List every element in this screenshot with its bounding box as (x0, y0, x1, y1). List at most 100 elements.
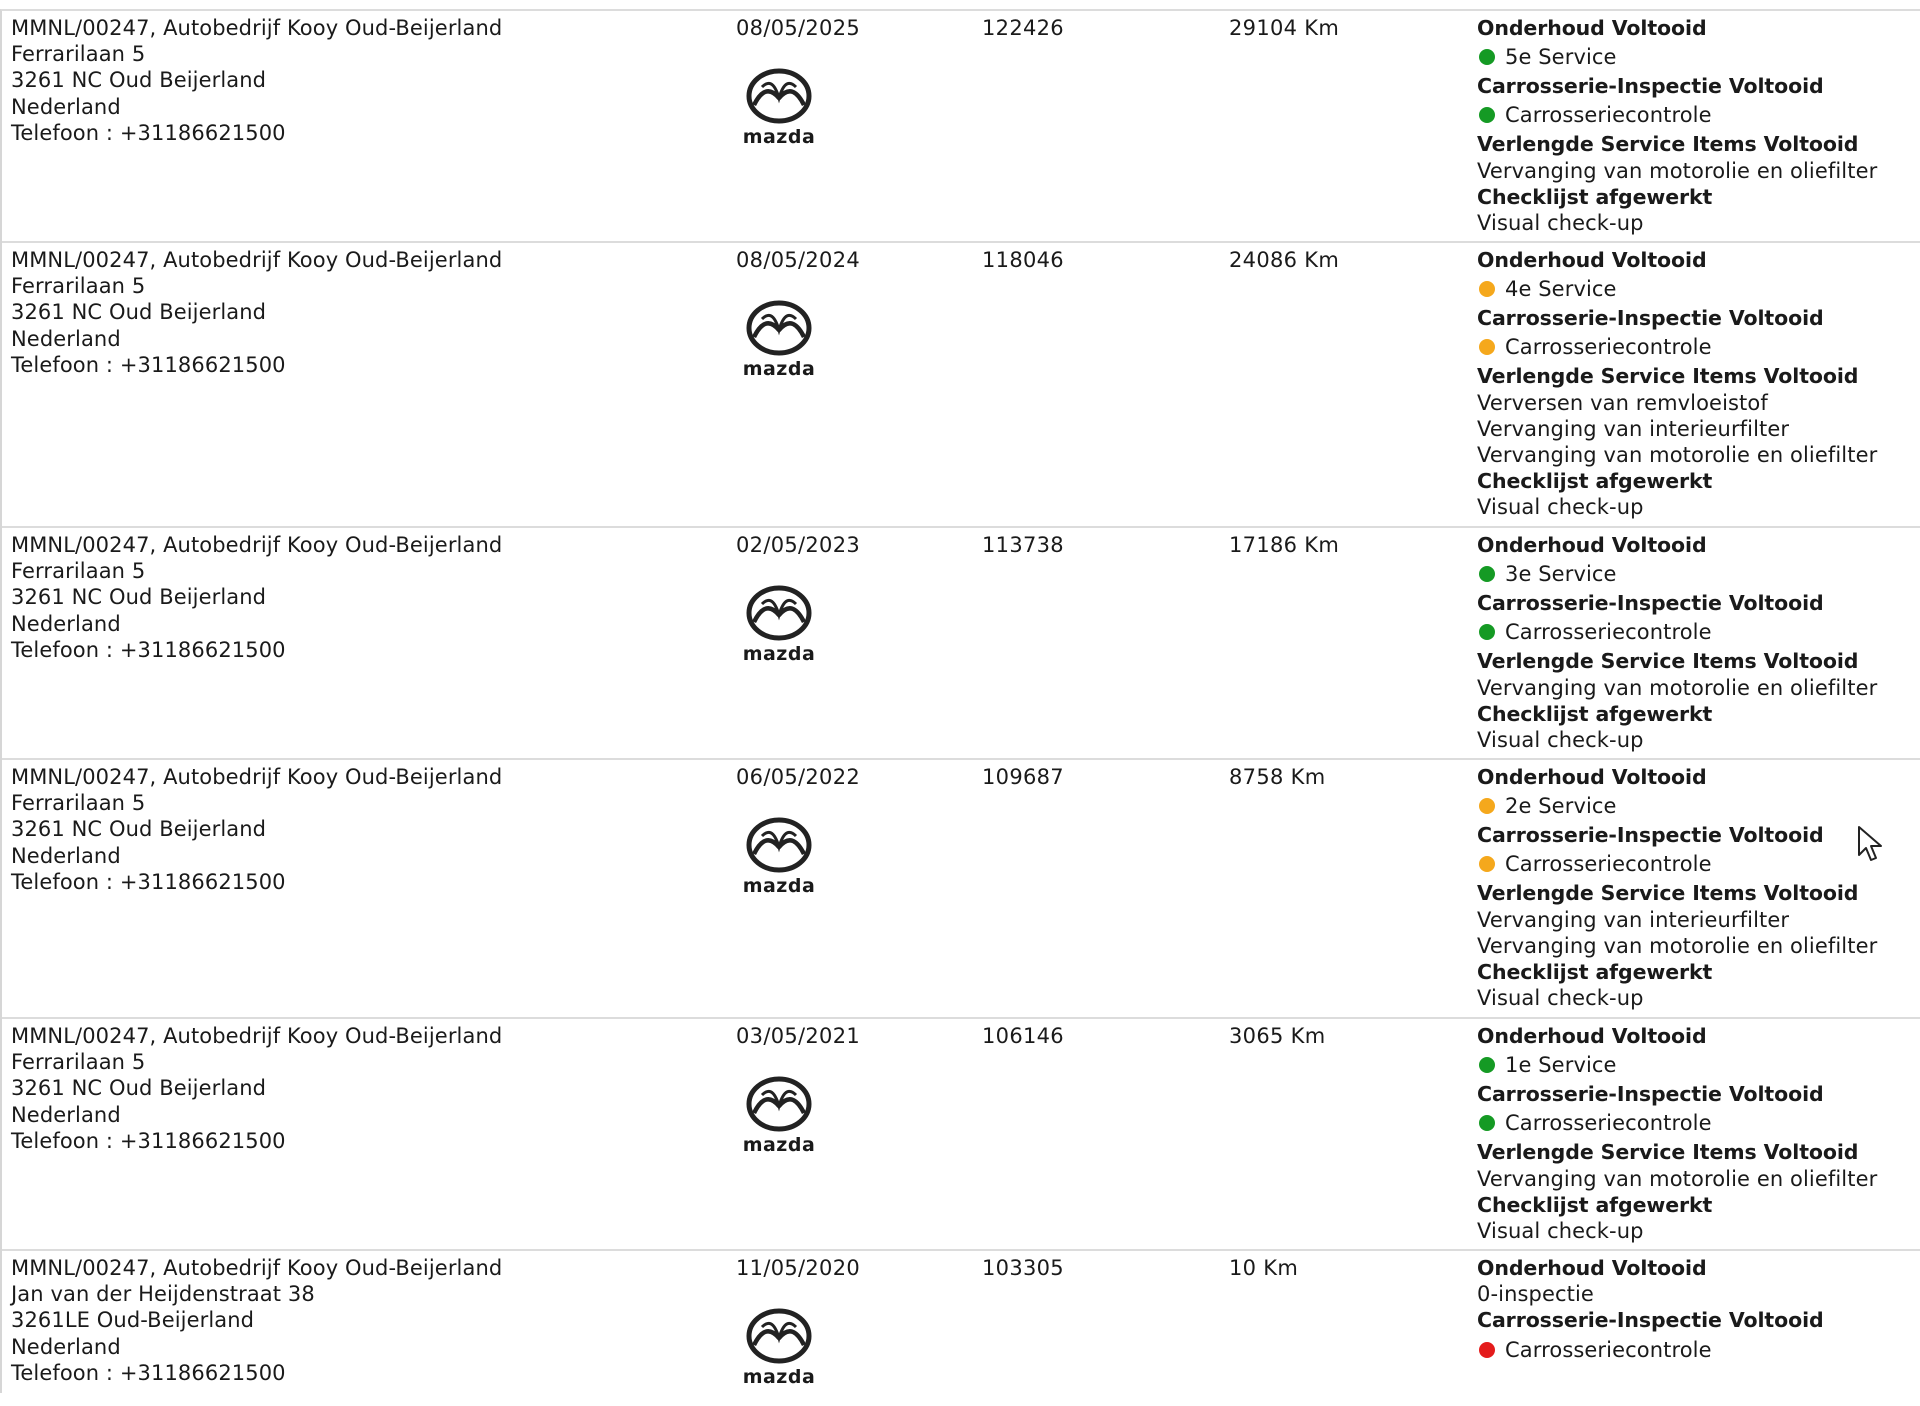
logo-wordmark: mazda (743, 1134, 816, 1153)
dealer-address-line: Nederland (11, 1102, 121, 1127)
service-status-item: Carrosseriecontrole (1477, 1107, 1917, 1139)
mileage-text: 3065 Km (1229, 1024, 1326, 1048)
dealer-name: MMNL/00247, Autobedrijf Kooy Oud-Beijerl… (11, 16, 503, 40)
dealer-name: MMNL/00247, Autobedrijf Kooy Oud-Beijerl… (11, 765, 503, 789)
service-date: 08/05/2025 (736, 15, 936, 41)
service-item: Vervanging van motorolie en oliefilter (1477, 443, 1878, 468)
service-section-heading: Verlengde Service Items Voltooid (1477, 1140, 1859, 1165)
dealer-address: MMNL/00247, Autobedrijf Kooy Oud-Beijerl… (11, 532, 711, 663)
mazda-logo-icon: mazda (738, 816, 820, 894)
service-record-row: MMNL/00247, Autobedrijf Kooy Oud-Beijerl… (2, 1251, 1920, 1406)
service-date-text: 06/05/2022 (736, 765, 861, 789)
service-section-heading: Carrosserie-Inspectie Voltooid (1477, 306, 1824, 331)
dealer-address-line: Ferrarilaan 5 (11, 1050, 146, 1075)
dealer-phone: Telefoon : +31186621500 (11, 1128, 286, 1153)
service-status-label: Carrosseriecontrole (1505, 335, 1712, 360)
service-status-label: 2e Service (1505, 794, 1617, 819)
service-status-item: 2e Service (1477, 790, 1917, 822)
service-item: Visual check-up (1477, 1219, 1644, 1244)
service-status-label: 4e Service (1505, 277, 1617, 302)
service-item: 0-inspectie (1477, 1282, 1594, 1307)
dealer-phone: Telefoon : +31186621500 (11, 120, 286, 145)
dealer-address-line: 3261 NC Oud Beijerland (11, 817, 267, 842)
service-date-text: 08/05/2025 (736, 16, 861, 40)
service-date-text: 08/05/2024 (736, 248, 861, 272)
dealer-address-line: 3261LE Oud-Beijerland (11, 1308, 255, 1333)
service-record-row: MMNL/00247, Autobedrijf Kooy Oud-Beijerl… (2, 11, 1920, 243)
service-items: Onderhoud Voltooid 3e Service Carrosserie-… (1477, 532, 1917, 753)
mazda-logo-icon: mazda (738, 299, 820, 377)
status-dot-icon (1479, 624, 1495, 641)
dealer-phone: Telefoon : +31186621500 (11, 869, 286, 894)
service-section-heading: Verlengde Service Items Voltooid (1477, 649, 1859, 674)
mileage-text: 24086 Km (1229, 248, 1340, 272)
dealer-address-line: Nederland (11, 843, 121, 868)
mouse-cursor-icon (1858, 826, 1882, 861)
mileage-text: 29104 Km (1229, 16, 1340, 40)
dealer-name: MMNL/00247, Autobedrijf Kooy Oud-Beijerl… (11, 533, 503, 557)
service-item: Visual check-up (1477, 495, 1644, 520)
service-item: Vervanging van interieurfilter (1477, 416, 1790, 441)
service-record-row: MMNL/00247, Autobedrijf Kooy Oud-Beijerl… (2, 1019, 1920, 1251)
service-status-item: Carrosseriecontrole (1477, 99, 1917, 131)
service-status-label: Carrosseriecontrole (1505, 1337, 1712, 1362)
service-status-item: Carrosseriecontrole (1477, 616, 1917, 648)
dealer-address: MMNL/00247, Autobedrijf Kooy Oud-Beijerl… (11, 15, 711, 146)
dealer-address: MMNL/00247, Autobedrijf Kooy Oud-Beijerl… (11, 1023, 711, 1154)
service-section-heading: Verlengde Service Items Voltooid (1477, 881, 1859, 906)
status-dot-icon (1479, 107, 1495, 124)
order-number: 103305 (982, 1255, 1182, 1281)
service-item: Vervanging van motorolie en oliefilter (1477, 933, 1878, 958)
logo-wordmark: mazda (743, 358, 816, 377)
service-date-text: 03/05/2021 (736, 1024, 861, 1048)
status-dot-icon (1479, 1341, 1495, 1358)
service-section-heading: Carrosserie-Inspectie Voltooid (1477, 74, 1824, 99)
logo-wordmark: mazda (743, 875, 816, 894)
dealer-address-line: Nederland (11, 611, 121, 636)
order-number-text: 122426 (982, 16, 1064, 40)
dealer-address: MMNL/00247, Autobedrijf Kooy Oud-Beijerl… (11, 1255, 711, 1386)
status-dot-icon (1479, 1115, 1495, 1132)
service-section-heading: Checklijst afgewerkt (1477, 960, 1713, 985)
status-dot-icon (1479, 856, 1495, 873)
dealer-address-line: 3261 NC Oud Beijerland (11, 1076, 267, 1101)
dealer-phone: Telefoon : +31186621500 (11, 637, 286, 662)
service-section-heading: Onderhoud Voltooid (1477, 765, 1707, 789)
service-status-item: 4e Service (1477, 273, 1917, 305)
mileage-text: 8758 Km (1229, 765, 1326, 789)
dealer-phone: Telefoon : +31186621500 (11, 1360, 286, 1385)
status-dot-icon (1479, 566, 1495, 583)
mileage: 8758 Km (1229, 764, 1429, 790)
service-section-heading: Verlengde Service Items Voltooid (1477, 132, 1859, 157)
service-history-table: MMNL/00247, Autobedrijf Kooy Oud-Beijerl… (0, 9, 1920, 1393)
service-section-heading: Checklijst afgewerkt (1477, 1192, 1713, 1217)
service-item: Visual check-up (1477, 211, 1644, 236)
service-section-heading: Onderhoud Voltooid (1477, 248, 1707, 272)
service-status-label: Carrosseriecontrole (1505, 103, 1712, 128)
service-status-label: 5e Service (1505, 45, 1617, 70)
service-date-text: 11/05/2020 (736, 1256, 861, 1280)
logo-wordmark: mazda (743, 1366, 816, 1385)
mazda-logo-icon: mazda (738, 67, 820, 145)
service-status-label: 3e Service (1505, 562, 1617, 587)
mileage: 24086 Km (1229, 247, 1429, 273)
service-status-item: 3e Service (1477, 558, 1917, 590)
service-item: Vervanging van motorolie en oliefilter (1477, 675, 1878, 700)
dealer-address-line: 3261 NC Oud Beijerland (11, 300, 267, 325)
status-dot-icon (1479, 798, 1495, 815)
service-date: 06/05/2022 (736, 764, 936, 790)
status-dot-icon (1479, 339, 1495, 356)
service-section-heading: Carrosserie-Inspectie Voltooid (1477, 591, 1824, 616)
service-status-label: Carrosseriecontrole (1505, 1111, 1712, 1136)
service-item: Verversen van remvloeistof (1477, 390, 1768, 415)
service-items: Onderhoud Voltooid 0-inspectie Carrosserie… (1477, 1255, 1917, 1366)
service-item: Vervanging van interieurfilter (1477, 907, 1790, 932)
dealer-address: MMNL/00247, Autobedrijf Kooy Oud-Beijerl… (11, 764, 711, 895)
dealer-address-line: Nederland (11, 326, 121, 351)
service-date-text: 02/05/2023 (736, 533, 861, 557)
status-dot-icon (1479, 49, 1495, 66)
service-status-item: 5e Service (1477, 41, 1917, 73)
service-status-item: Carrosseriecontrole (1477, 331, 1917, 363)
dealer-name: MMNL/00247, Autobedrijf Kooy Oud-Beijerl… (11, 1024, 503, 1048)
service-items: Onderhoud Voltooid 1e Service Carrosserie-… (1477, 1023, 1917, 1244)
